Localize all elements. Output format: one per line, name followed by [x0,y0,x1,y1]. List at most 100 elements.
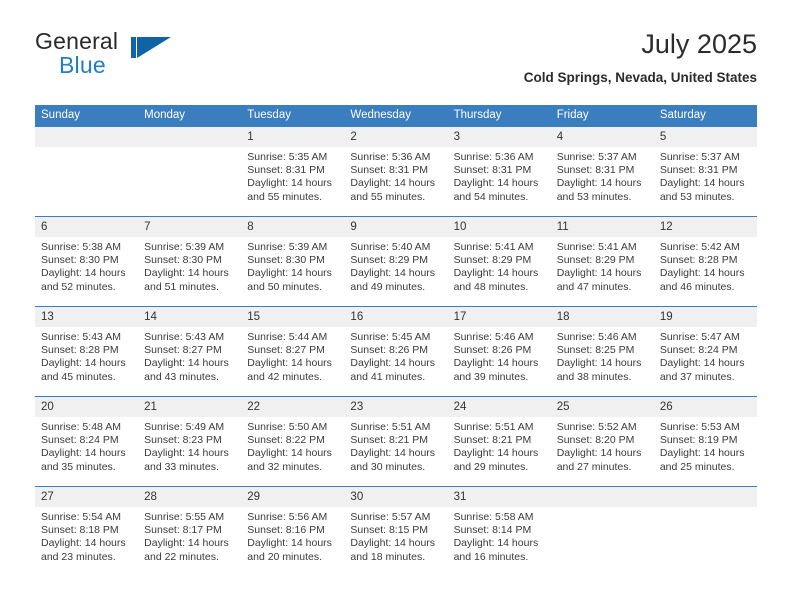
day-number: 17 [447,307,551,327]
day-details: Sunrise: 5:48 AM Sunset: 8:24 PM Daylight:… [35,417,138,474]
calendar-day-cell[interactable]: 30 Sunrise: 5:57 AM Sunset: 8:15 PM Dayligh… [344,486,448,576]
daylight-text: Daylight: 14 hours and 37 minutes. [659,357,745,383]
sunset-text: Sunset: 8:30 PM [144,254,222,267]
sunrise-text: Sunrise: 5:37 AM [659,151,740,163]
sunrise-text: Sunrise: 5:53 AM [659,421,740,433]
daylight-text: Daylight: 14 hours and 30 minutes. [350,447,436,473]
day-number: 30 [344,487,448,507]
day-number: 27 [35,487,139,507]
day-details: Sunrise: 5:47 AM Sunset: 8:24 PM Daylight:… [654,327,757,384]
weekday-header-monday: Monday [138,105,242,127]
daylight-text: Daylight: 14 hours and 29 minutes. [453,447,539,473]
sunset-text: Sunset: 8:30 PM [247,254,325,267]
day-details: Sunrise: 5:46 AM Sunset: 8:26 PM Daylight:… [448,327,551,384]
daylight-text: Daylight: 14 hours and 48 minutes. [453,267,539,293]
calendar-day-cell[interactable]: 19 Sunrise: 5:47 AM Sunset: 8:24 PM Dayligh… [653,306,757,397]
calendar-day-cell[interactable]: 5 Sunrise: 5:37 AM Sunset: 8:31 PM Daylight… [653,127,757,217]
daylight-text: Daylight: 14 hours and 38 minutes. [556,357,642,383]
sunset-text: Sunset: 8:19 PM [659,434,738,447]
day-details: Sunrise: 5:43 AM Sunset: 8:27 PM Daylight:… [138,327,241,384]
day-number: 3 [447,127,551,147]
daylight-text: Daylight: 14 hours and 52 minutes. [41,267,126,293]
sunrise-text: Sunrise: 5:40 AM [350,241,431,253]
calendar-day-cell[interactable]: 4 Sunrise: 5:37 AM Sunset: 8:31 PM Daylight… [550,127,654,217]
sunset-text: Sunset: 8:21 PM [350,434,429,447]
calendar-day-cell[interactable]: 10 Sunrise: 5:41 AM Sunset: 8:29 PM Dayligh… [447,216,551,307]
sunrise-text: Sunrise: 5:55 AM [144,511,225,523]
calendar-cell-empty [653,486,757,576]
weekday-header-wednesday: Wednesday [344,105,448,127]
calendar-day-cell[interactable]: 23 Sunrise: 5:51 AM Sunset: 8:21 PM Dayligh… [344,396,448,487]
sunset-text: Sunset: 8:24 PM [41,434,119,447]
calendar-day-cell[interactable]: 26 Sunrise: 5:53 AM Sunset: 8:19 PM Dayligh… [653,396,757,487]
brand-logo[interactable]: General Blue [35,28,235,84]
calendar-day-cell[interactable]: 6 Sunrise: 5:38 AM Sunset: 8:30 PM Daylight… [35,216,139,307]
calendar-day-cell[interactable]: 12 Sunrise: 5:42 AM Sunset: 8:28 PM Dayligh… [653,216,757,307]
daylight-text: Daylight: 14 hours and 16 minutes. [453,537,539,563]
calendar-day-cell[interactable]: 21 Sunrise: 5:49 AM Sunset: 8:23 PM Dayligh… [138,396,242,487]
sunrise-text: Sunrise: 5:36 AM [350,151,431,163]
calendar-page: General Blue July 2025 Cold Springs, Nev… [0,0,792,612]
sunset-text: Sunset: 8:29 PM [556,254,635,267]
calendar-day-cell[interactable]: 11 Sunrise: 5:41 AM Sunset: 8:29 PM Dayligh… [550,216,654,307]
calendar-table: Sunday Monday Tuesday Wednesday Thursday… [35,105,757,576]
day-details: Sunrise: 5:38 AM Sunset: 8:30 PM Daylight:… [35,237,138,294]
day-number: 31 [447,487,551,507]
calendar-day-cell[interactable]: 9 Sunrise: 5:40 AM Sunset: 8:29 PM Daylight… [344,216,448,307]
calendar-day-cell[interactable]: 28 Sunrise: 5:55 AM Sunset: 8:17 PM Dayligh… [138,486,242,576]
day-details: Sunrise: 5:42 AM Sunset: 8:28 PM Daylight:… [654,237,757,294]
weekday-header-tuesday: Tuesday [241,105,345,127]
daylight-text: Daylight: 14 hours and 27 minutes. [556,447,642,473]
calendar-day-cell[interactable]: 7 Sunrise: 5:39 AM Sunset: 8:30 PM Daylight… [138,216,242,307]
day-number: 28 [138,487,242,507]
sunset-text: Sunset: 8:20 PM [556,434,635,447]
calendar-day-cell[interactable]: 25 Sunrise: 5:52 AM Sunset: 8:20 PM Dayligh… [550,396,654,487]
calendar-day-cell[interactable]: 27 Sunrise: 5:54 AM Sunset: 8:18 PM Dayligh… [35,486,139,576]
sunrise-text: Sunrise: 5:48 AM [41,421,121,433]
sunrise-text: Sunrise: 5:44 AM [247,331,328,343]
sunset-text: Sunset: 8:29 PM [350,254,429,267]
calendar-day-cell[interactable]: 24 Sunrise: 5:51 AM Sunset: 8:21 PM Dayligh… [447,396,551,487]
day-details: Sunrise: 5:55 AM Sunset: 8:17 PM Daylight:… [138,507,241,564]
sunset-text: Sunset: 8:28 PM [659,254,738,267]
sunset-text: Sunset: 8:27 PM [247,344,325,357]
sunrise-text: Sunrise: 5:37 AM [556,151,637,163]
sunrise-text: Sunrise: 5:54 AM [41,511,121,523]
weekday-header-thursday: Thursday [447,105,551,127]
calendar-day-cell[interactable]: 14 Sunrise: 5:43 AM Sunset: 8:27 PM Dayligh… [138,306,242,397]
day-details: Sunrise: 5:51 AM Sunset: 8:21 PM Daylight:… [344,417,447,474]
sunset-text: Sunset: 8:23 PM [144,434,222,447]
day-number: 4 [550,127,654,147]
daylight-text: Daylight: 14 hours and 33 minutes. [144,447,229,473]
day-number: 21 [138,397,242,417]
daylight-text: Daylight: 14 hours and 32 minutes. [247,447,332,473]
sunset-text: Sunset: 8:27 PM [144,344,222,357]
day-number: 20 [35,397,139,417]
sunrise-text: Sunrise: 5:42 AM [659,241,740,253]
calendar-day-cell[interactable]: 2 Sunrise: 5:36 AM Sunset: 8:31 PM Daylight… [344,127,448,217]
calendar-day-cell[interactable]: 22 Sunrise: 5:50 AM Sunset: 8:22 PM Dayligh… [241,396,345,487]
day-number [653,487,757,507]
calendar-day-cell[interactable]: 18 Sunrise: 5:46 AM Sunset: 8:25 PM Dayligh… [550,306,654,397]
calendar-cell-empty [550,486,654,576]
calendar-day-cell[interactable]: 31 Sunrise: 5:58 AM Sunset: 8:14 PM Dayligh… [447,486,551,576]
page-subtitle: Cold Springs, Nevada, United States [523,70,757,85]
calendar-day-cell[interactable]: 17 Sunrise: 5:46 AM Sunset: 8:26 PM Dayligh… [447,306,551,397]
brand-name-secondary: Blue [59,52,106,78]
daylight-text: Daylight: 14 hours and 55 minutes. [350,177,436,203]
sunset-text: Sunset: 8:31 PM [556,164,635,177]
calendar-day-cell[interactable]: 16 Sunrise: 5:45 AM Sunset: 8:26 PM Dayligh… [344,306,448,397]
calendar-day-cell[interactable]: 1 Sunrise: 5:35 AM Sunset: 8:31 PM Daylight… [241,127,345,217]
calendar-day-cell[interactable]: 13 Sunrise: 5:43 AM Sunset: 8:28 PM Dayligh… [35,306,139,397]
sunrise-text: Sunrise: 5:57 AM [350,511,431,523]
sunset-text: Sunset: 8:24 PM [659,344,738,357]
calendar-day-cell[interactable]: 3 Sunrise: 5:36 AM Sunset: 8:31 PM Daylight… [447,127,551,217]
calendar-day-cell[interactable]: 29 Sunrise: 5:56 AM Sunset: 8:16 PM Dayligh… [241,486,345,576]
day-details: Sunrise: 5:36 AM Sunset: 8:31 PM Daylight:… [344,147,447,204]
calendar-day-cell[interactable]: 8 Sunrise: 5:39 AM Sunset: 8:30 PM Daylight… [241,216,345,307]
sunset-text: Sunset: 8:31 PM [247,164,325,177]
calendar-day-cell[interactable]: 15 Sunrise: 5:44 AM Sunset: 8:27 PM Dayligh… [241,306,345,397]
day-details: Sunrise: 5:52 AM Sunset: 8:20 PM Daylight:… [551,417,654,474]
calendar-day-cell[interactable]: 20 Sunrise: 5:48 AM Sunset: 8:24 PM Dayligh… [35,396,139,487]
sunrise-text: Sunrise: 5:46 AM [453,331,534,343]
